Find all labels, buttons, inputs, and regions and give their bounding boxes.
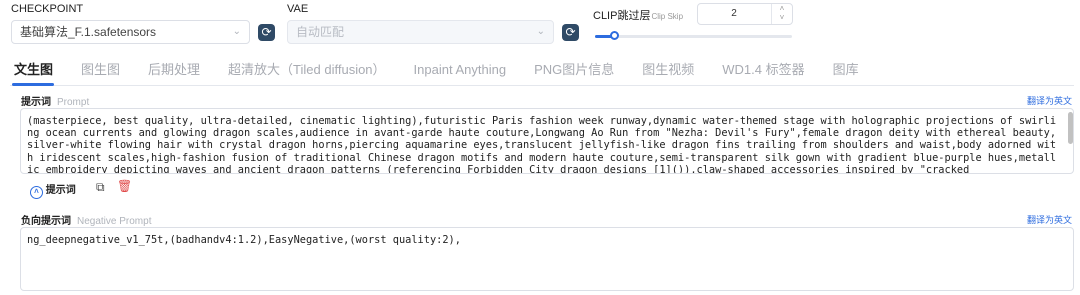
vae-placeholder: 自动匹配 [296, 25, 345, 39]
vae-select[interactable]: 自动匹配 ⌄ [287, 20, 554, 44]
prompt-translate-link[interactable]: 翻译为英文 [1027, 94, 1072, 107]
tab-img2img[interactable]: 图生图 [77, 59, 124, 81]
clip-skip-sublabel: Clip Skip [651, 12, 684, 21]
negative-prompt-translate-link[interactable]: 翻译为英文 [1027, 213, 1072, 226]
prompt-label-text: 提示词 [21, 97, 51, 108]
copy-icon[interactable]: ⧉ [96, 180, 105, 195]
prompt-toggle-label: 提示词 [45, 185, 76, 196]
tab-postprocess[interactable]: 后期处理 [144, 59, 204, 81]
clip-skip-label-text: CLIP跳过层 [593, 10, 651, 22]
tab-txt2img[interactable]: 文生图 [10, 59, 57, 81]
negative-prompt-label: 负向提示词 Negative Prompt [21, 212, 151, 227]
clip-skip-slider-track[interactable] [595, 31, 792, 40]
trash-icon[interactable]: 🗑 [117, 179, 132, 193]
prompt-scrollbar[interactable] [1068, 112, 1073, 144]
clip-skip-value: 2 [731, 8, 737, 19]
chevron-down-icon: ⌄ [536, 26, 545, 37]
tab-inpaint-anything[interactable]: Inpaint Anything [410, 59, 511, 81]
clip-skip-label: CLIP跳过层Clip Skip [593, 7, 683, 23]
prompt-sublabel: Prompt [57, 97, 90, 108]
tab-gallery[interactable]: 图库 [829, 59, 863, 81]
negative-prompt-label-text: 负向提示词 [21, 216, 71, 227]
clip-skip-stepper[interactable]: ˄ ˅ [771, 4, 792, 24]
vae-refresh-button[interactable]: ⟳ [562, 24, 579, 41]
tab-divider [10, 85, 1074, 86]
refresh-icon: ⟳ [261, 25, 272, 39]
mode-tabs: 文生图 图生图 后期处理 超清放大（Tiled diffusion） Inpaint A… [10, 59, 883, 81]
tab-png-info[interactable]: PNG图片信息 [530, 59, 618, 81]
checkpoint-refresh-button[interactable]: ⟳ [258, 24, 275, 41]
prompt-label: 提示词 Prompt [21, 93, 89, 108]
prompt-collapse-toggle[interactable]: ˄ 提示词 [30, 181, 76, 199]
chevron-up-icon: ˄ [30, 186, 43, 199]
checkpoint-select[interactable]: 基础算法_F.1.safetensors ⌄ [11, 20, 250, 44]
negative-prompt-sublabel: Negative Prompt [77, 216, 152, 227]
tab-tiled-diffusion[interactable]: 超清放大（Tiled diffusion） [224, 59, 390, 81]
vae-label: VAE [287, 3, 309, 15]
checkpoint-label: CHECKPOINT [11, 3, 84, 15]
checkpoint-value: 基础算法_F.1.safetensors [20, 25, 157, 39]
prompt-textarea[interactable]: (masterpiece, best quality, ultra-detail… [20, 108, 1074, 174]
tab-wd14-tagger[interactable]: WD1.4 标签器 [718, 59, 808, 81]
refresh-icon: ⟳ [565, 25, 576, 39]
chevron-down-icon: ⌄ [232, 26, 241, 37]
clip-skip-slider-handle[interactable] [609, 31, 619, 40]
tab-active-indicator [12, 83, 54, 86]
clip-skip-input[interactable]: 2 ˄ ˅ [697, 3, 793, 25]
negative-prompt-textarea[interactable]: ng_deepnegative_v1_75t,(badhandv4:1.2),E… [20, 227, 1074, 291]
tab-img2video[interactable]: 图生视频 [638, 59, 698, 81]
